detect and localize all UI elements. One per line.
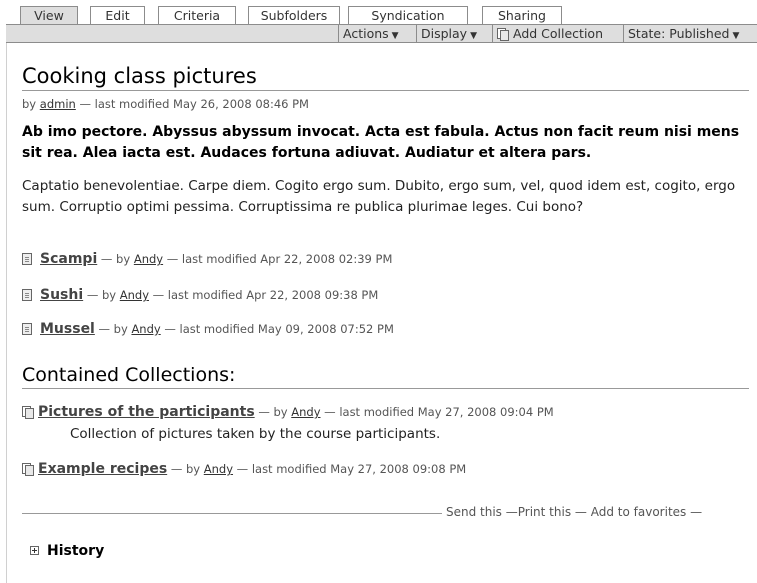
collection-modified: — last modified May 27, 2008 09:04 PM bbox=[324, 405, 554, 419]
tab-view[interactable]: View bbox=[20, 6, 78, 24]
tab-criteria[interactable]: Criteria bbox=[158, 6, 236, 24]
state-menu-label: State: Published bbox=[628, 26, 730, 41]
state-menu[interactable]: State: Published ▼ bbox=[623, 25, 757, 43]
content-left-border bbox=[6, 43, 7, 583]
footer-divider bbox=[22, 513, 442, 514]
add-collection-button[interactable]: Add Collection bbox=[492, 25, 623, 43]
item-by: — by bbox=[86, 288, 117, 302]
separator: — bbox=[574, 505, 587, 519]
separator: — bbox=[505, 505, 518, 519]
author-link[interactable]: admin bbox=[40, 97, 76, 111]
document-actions: Send this —Print this — Add to favorites… bbox=[446, 505, 702, 519]
caret-down-icon: ▼ bbox=[470, 31, 477, 41]
add-to-favorites-link[interactable]: Add to favorites bbox=[591, 505, 687, 519]
send-this-link[interactable]: Send this bbox=[446, 505, 502, 519]
actions-menu-label: Actions bbox=[343, 26, 389, 41]
item-by: — by bbox=[98, 322, 128, 336]
content-tabs: View Edit Criteria Subfolders Syndicatio… bbox=[0, 0, 757, 24]
document-description: Ab imo pectore. Abyssus abyssum invocat.… bbox=[22, 124, 740, 161]
item-modified: — last modified Apr 22, 2008 02:39 PM bbox=[166, 252, 393, 266]
collection-icon bbox=[22, 406, 34, 419]
document-icon bbox=[22, 253, 32, 265]
document-body-text: Captatio benevolentiae. Carpe diem. Cogi… bbox=[22, 178, 736, 215]
tab-edit[interactable]: Edit bbox=[90, 6, 145, 24]
item-author-link[interactable]: Andy bbox=[131, 322, 160, 336]
collection-item: Example recipes — by Andy — last modifie… bbox=[22, 460, 466, 478]
caret-down-icon: ▼ bbox=[391, 31, 399, 41]
list-item: Sushi — by Andy — last modified Apr 22, … bbox=[22, 286, 378, 304]
collection-icon bbox=[22, 463, 34, 476]
collection-author-link[interactable]: Andy bbox=[291, 405, 320, 419]
collection-title-link[interactable]: Example recipes bbox=[38, 461, 167, 477]
byline-modified: — last modified May 26, 2008 08:46 PM bbox=[79, 97, 309, 111]
item-author-link[interactable]: Andy bbox=[120, 288, 149, 302]
caret-down-icon: ▼ bbox=[732, 31, 740, 41]
document-byline: by admin — last modified May 26, 2008 08… bbox=[22, 97, 309, 111]
item-by: — by bbox=[100, 252, 131, 266]
collection-by: — by bbox=[258, 405, 288, 419]
contained-collections-heading: Contained Collections: bbox=[22, 362, 749, 389]
separator: — bbox=[690, 505, 703, 519]
list-item: Scampi — by Andy — last modified Apr 22,… bbox=[22, 250, 392, 268]
item-modified: — last modified Apr 22, 2008 09:38 PM bbox=[152, 288, 379, 302]
add-collection-label: Add Collection bbox=[513, 26, 604, 41]
tab-syndication[interactable]: Syndication bbox=[348, 6, 468, 24]
item-author-link[interactable]: Andy bbox=[134, 252, 163, 266]
collection-modified: — last modified May 27, 2008 09:08 PM bbox=[236, 462, 467, 476]
actions-menu[interactable]: Actions ▼ bbox=[338, 25, 416, 43]
display-menu-label: Display bbox=[421, 26, 468, 41]
item-title-link[interactable]: Sushi bbox=[40, 287, 83, 303]
collection-title-link[interactable]: Pictures of the participants bbox=[38, 404, 255, 420]
byline-by: by bbox=[22, 97, 37, 111]
collection-by: — by bbox=[170, 462, 201, 476]
history-toggle[interactable]: History bbox=[30, 543, 104, 559]
history-label: History bbox=[47, 543, 105, 559]
item-title-link[interactable]: Mussel bbox=[40, 321, 95, 337]
collection-icon bbox=[497, 28, 509, 41]
page-title: Cooking class pictures bbox=[22, 62, 749, 91]
collection-author-link[interactable]: Andy bbox=[204, 462, 233, 476]
content-actions-bar: Actions ▼ Display ▼ Add Collection State: … bbox=[6, 24, 757, 43]
list-item: Mussel — by Andy — last modified May 09,… bbox=[22, 320, 394, 338]
item-modified: — last modified May 09, 2008 07:52 PM bbox=[164, 322, 394, 336]
plus-box-icon bbox=[30, 546, 39, 555]
tab-sharing[interactable]: Sharing bbox=[482, 6, 562, 24]
document-icon bbox=[22, 323, 32, 335]
document-icon bbox=[22, 289, 32, 301]
collection-description: Collection of pictures taken by the cour… bbox=[70, 426, 441, 442]
print-this-link[interactable]: Print this bbox=[518, 505, 571, 519]
collection-item: Pictures of the participants — by Andy —… bbox=[22, 403, 554, 421]
tab-subfolders[interactable]: Subfolders bbox=[248, 6, 340, 24]
display-menu[interactable]: Display ▼ bbox=[416, 25, 492, 43]
item-title-link[interactable]: Scampi bbox=[40, 251, 97, 267]
